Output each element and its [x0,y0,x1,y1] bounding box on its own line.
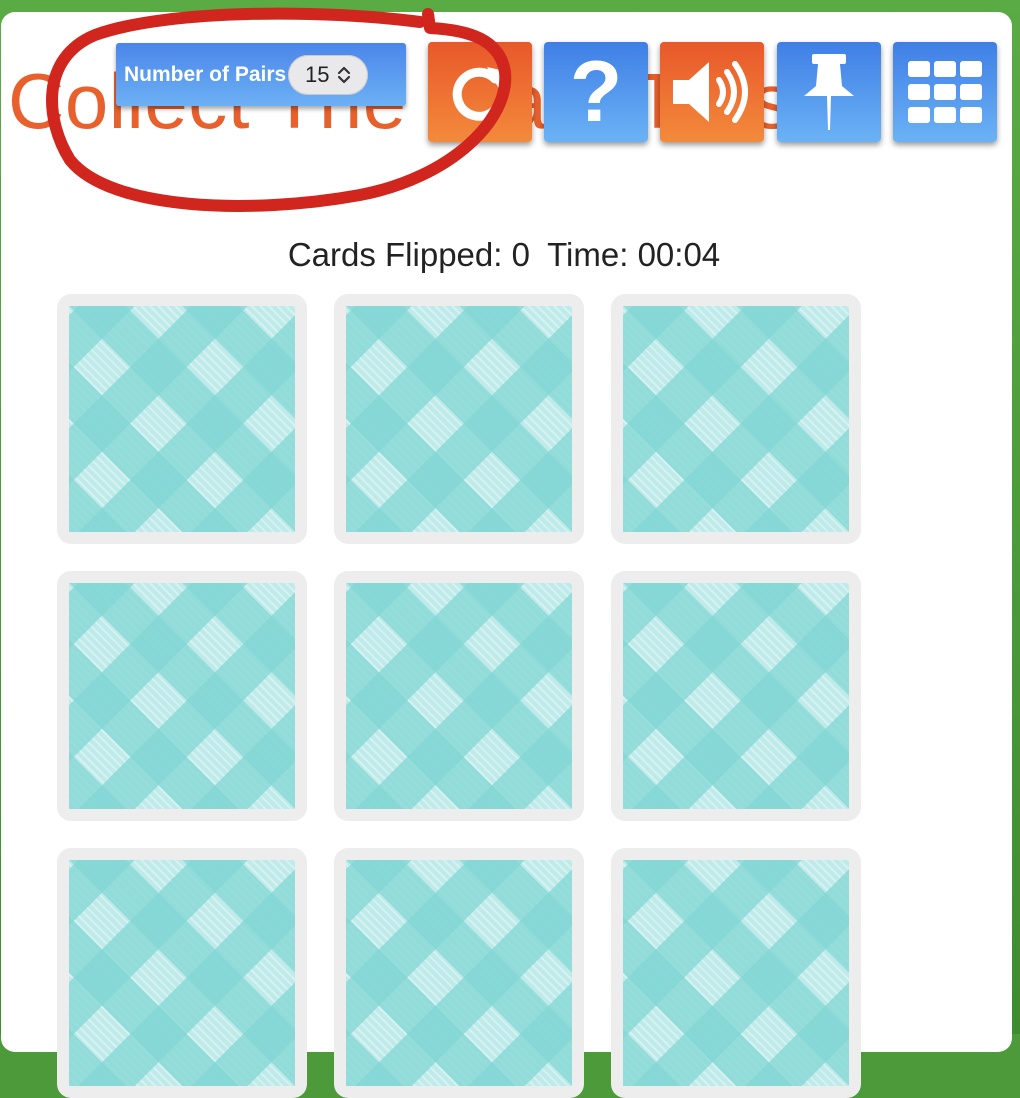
memory-card[interactable] [334,848,584,1098]
card-back-pattern [623,860,849,1086]
restart-button[interactable] [428,42,532,142]
number-of-pairs-control[interactable]: Number of Pairs 15 [116,43,406,106]
memory-card[interactable] [334,294,584,544]
chevron-up-down-icon [338,66,351,83]
help-icon: ? [569,44,623,140]
sound-button[interactable] [660,42,764,142]
pin-button[interactable] [777,42,881,142]
number-of-pairs-value: 15 [304,61,330,87]
memory-card[interactable] [611,571,861,821]
help-button[interactable]: ? [544,42,648,142]
memory-card[interactable] [57,571,307,821]
memory-card[interactable] [611,848,861,1098]
number-of-pairs-select[interactable]: 15 [288,54,369,95]
card-back-pattern [69,306,295,532]
sound-icon [673,61,748,123]
grid-menu-button[interactable] [893,42,997,142]
number-of-pairs-label: Number of Pairs [124,62,287,86]
card-back-pattern [346,583,572,809]
grid-icon [908,61,982,123]
cards-flipped-counter: Cards Flipped: 0 [287,236,530,273]
card-back-pattern [623,583,849,809]
card-back-pattern [69,583,295,809]
game-status: Cards Flipped: 0 Time: 00:04 [0,236,1008,274]
pin-icon [804,53,854,130]
card-back-pattern [346,306,572,532]
memory-card[interactable] [334,571,584,821]
memory-card[interactable] [57,848,307,1098]
restart-icon [452,67,506,121]
card-back-pattern [69,860,295,1086]
card-back-pattern [623,306,849,532]
card-back-pattern [346,860,572,1086]
memory-card[interactable] [57,294,307,544]
timer: Time: 00:04 [547,236,721,273]
memory-card[interactable] [611,294,861,544]
